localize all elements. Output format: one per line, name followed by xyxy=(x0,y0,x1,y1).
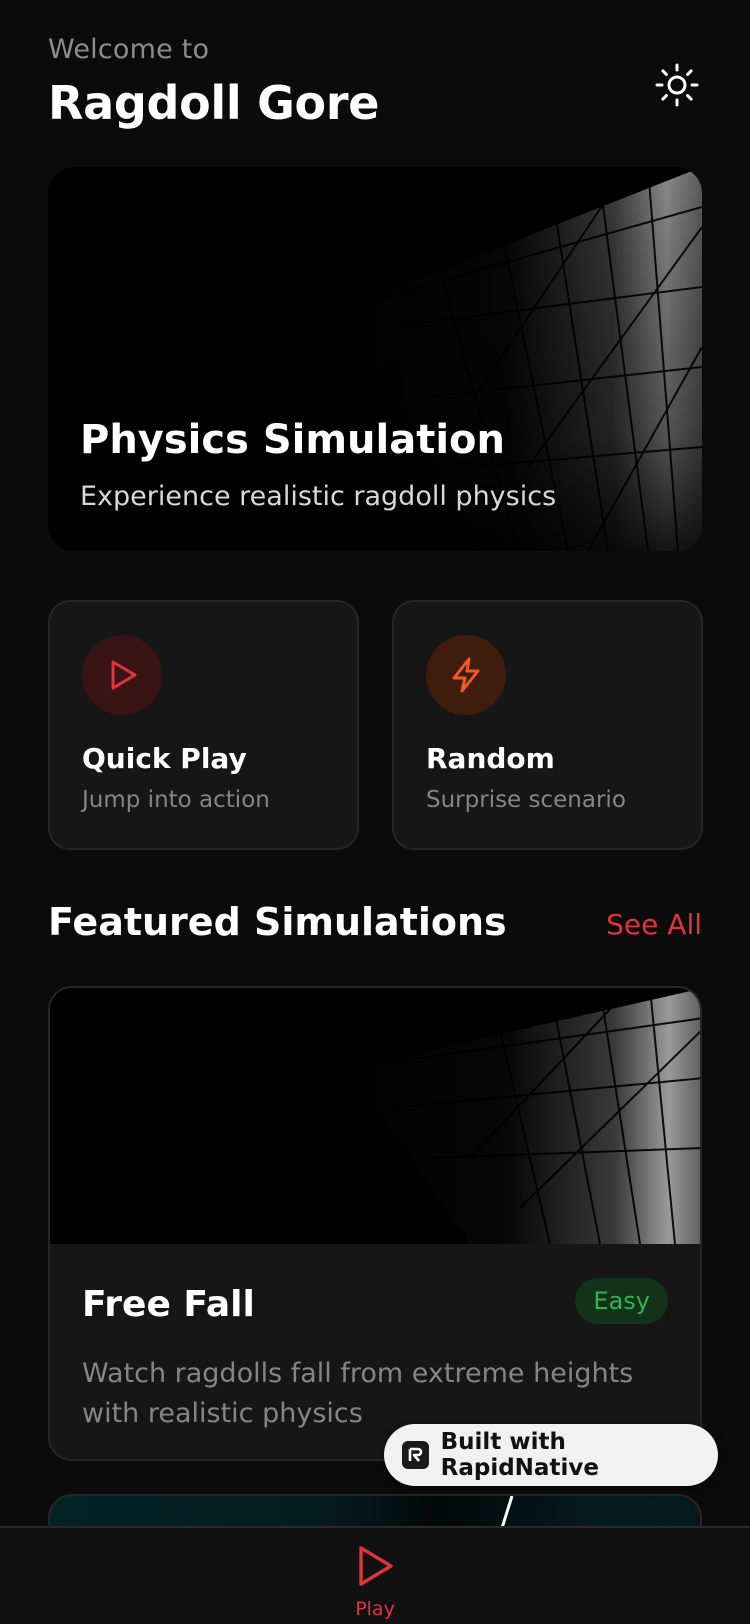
free-fall-title: Free Fall xyxy=(82,1284,255,1325)
bottom-tab-bar: Play xyxy=(0,1526,750,1624)
rapidnative-logo-icon xyxy=(402,1441,429,1469)
play-icon xyxy=(111,660,137,690)
random-card[interactable]: Random Surprise scenario xyxy=(392,600,703,850)
hero-subtitle: Experience realistic ragdoll physics xyxy=(80,481,557,512)
sun-icon xyxy=(655,63,699,107)
welcome-text: Welcome to xyxy=(48,34,210,65)
free-fall-description: Watch ragdolls fall from extreme heights… xyxy=(82,1358,634,1429)
random-title: Random xyxy=(426,742,555,775)
tab-play-label: Play xyxy=(355,1598,395,1620)
free-fall-image xyxy=(50,988,700,1244)
lightning-icon xyxy=(452,657,480,693)
featured-section-title: Featured Simulations xyxy=(48,900,507,944)
see-all-link[interactable]: See All xyxy=(606,908,702,941)
free-fall-card[interactable]: Free Fall Easy Watch ragdolls fall from … xyxy=(48,986,702,1461)
theme-toggle-button[interactable] xyxy=(652,60,702,110)
quick-play-subtitle: Jump into action xyxy=(82,787,270,813)
hero-banner[interactable]: Physics Simulation Experience realistic … xyxy=(48,167,702,551)
built-with-badge[interactable]: Built with RapidNative xyxy=(384,1424,718,1486)
app-title: Ragdoll Gore xyxy=(48,76,380,130)
difficulty-badge: Easy xyxy=(575,1278,668,1324)
tab-play[interactable]: Play xyxy=(335,1528,415,1624)
random-subtitle: Surprise scenario xyxy=(426,787,626,813)
hero-title: Physics Simulation xyxy=(80,417,505,463)
quick-play-icon-circle xyxy=(82,635,162,715)
home-screen: Welcome to Ragdoll Gore Physics Simulati… xyxy=(0,0,750,1624)
quick-play-card[interactable]: Quick Play Jump into action xyxy=(48,600,359,850)
play-icon xyxy=(359,1546,393,1586)
built-with-text: Built with RapidNative xyxy=(440,1429,599,1481)
quick-play-title: Quick Play xyxy=(82,742,247,775)
random-icon-circle xyxy=(426,635,506,715)
